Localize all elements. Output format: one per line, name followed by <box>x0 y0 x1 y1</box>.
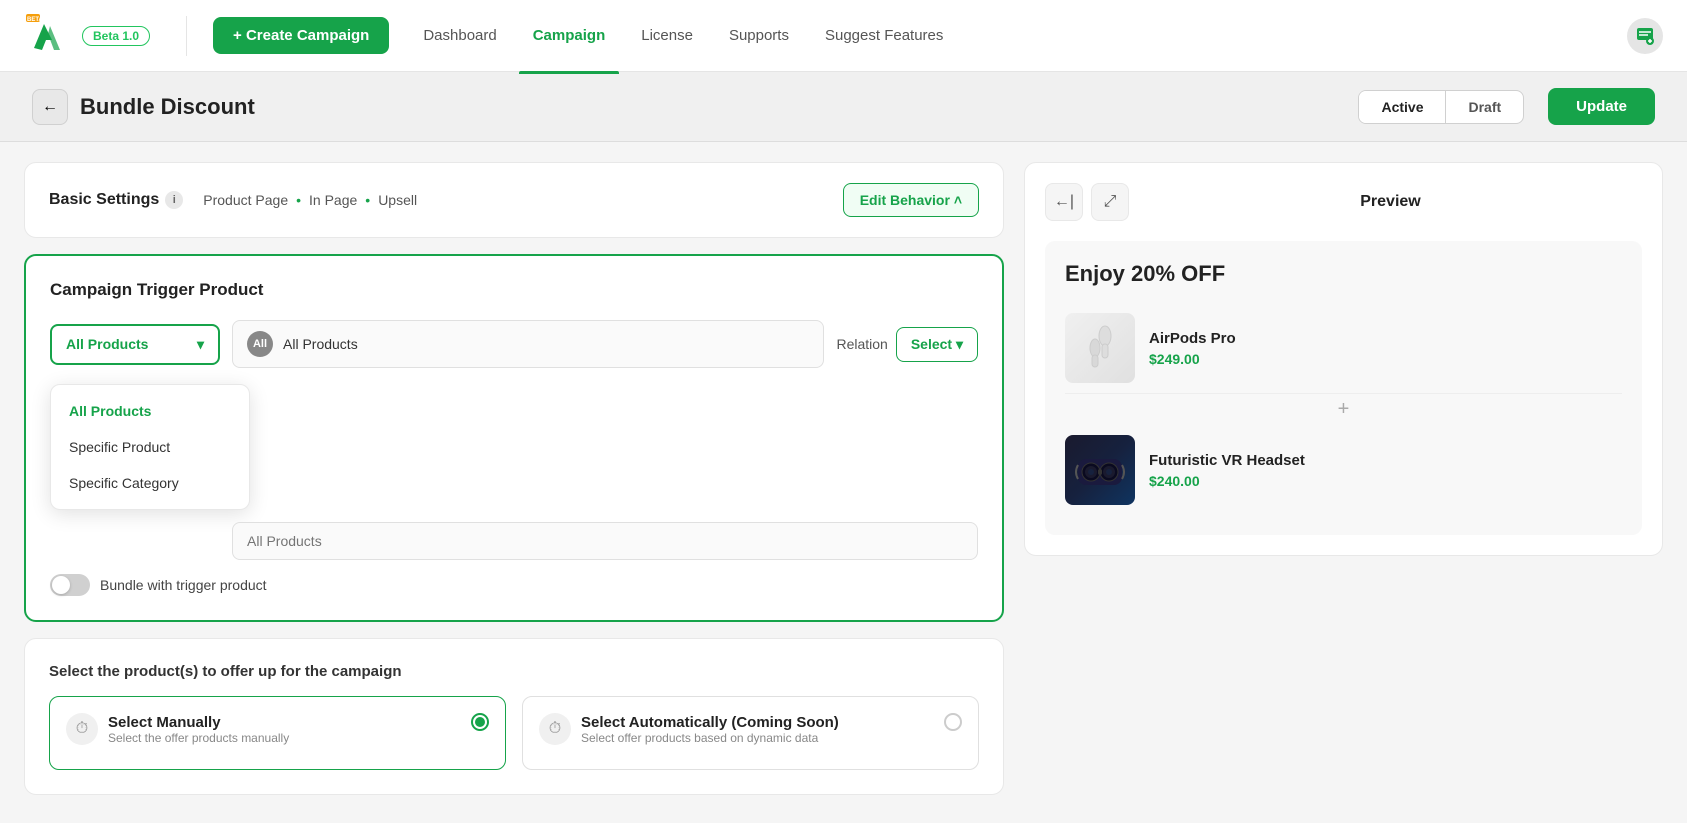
airpods-image <box>1075 318 1125 378</box>
main-content: Basic Settings i Product Page • In Page … <box>0 142 1687 815</box>
app-logo: BETA <box>24 12 72 60</box>
relation-select-button[interactable]: Select ▾ <box>896 327 978 362</box>
offer-card-auto-header: ⏱ Select Automatically (Coming Soon) Sel… <box>539 713 962 745</box>
dropdown-item-specific[interactable]: Specific Product <box>51 429 249 465</box>
beta-badge: Beta 1.0 <box>82 26 150 46</box>
all-products-input[interactable] <box>232 522 978 560</box>
collapse-left-icon: ←| <box>1054 193 1074 211</box>
dot-1: • <box>296 192 301 208</box>
vr-headset-image <box>1070 445 1130 495</box>
basic-settings-label: Basic Settings i <box>49 191 183 209</box>
offer-card-manual-info: Select Manually Select the offer product… <box>108 714 289 745</box>
offer-card-manual[interactable]: ⏱ Select Manually Select the offer produ… <box>49 696 506 770</box>
behavior-tag-product-page: Product Page <box>203 192 288 208</box>
offer-card-auto-info: Select Automatically (Coming Soon) Selec… <box>581 714 839 745</box>
trigger-card: Campaign Trigger Product All Products ▾ … <box>24 254 1004 622</box>
toggle-row: Bundle with trigger product <box>50 574 978 596</box>
expand-button[interactable]: ⤢ <box>1091 183 1129 221</box>
header-divider <box>186 16 187 56</box>
behavior-tags: Product Page • In Page • Upsell <box>203 192 822 208</box>
status-group: Active Draft <box>1358 90 1524 124</box>
product-price-airpods: $249.00 <box>1149 351 1236 367</box>
collapse-left-button[interactable]: ←| <box>1045 183 1083 221</box>
trigger-row: All Products ▾ All All Products Relation… <box>50 320 978 368</box>
all-products-text: All Products <box>283 336 358 352</box>
bundle-toggle[interactable] <box>50 574 90 596</box>
trigger-dropdown-button[interactable]: All Products ▾ <box>50 324 220 365</box>
offer-card-manual-header: ⏱ Select Manually Select the offer produ… <box>66 713 489 745</box>
all-badge: All <box>247 331 273 357</box>
discount-header: Enjoy 20% OFF <box>1065 261 1622 287</box>
create-campaign-button[interactable]: + Create Campaign <box>213 17 389 54</box>
chevron-down-icon: ▾ <box>197 336 204 353</box>
preview-header: ←| ⤢ Preview <box>1045 183 1642 221</box>
logo-area: BETA Beta 1.0 <box>24 12 150 60</box>
radio-indicator-manual <box>471 713 489 731</box>
trigger-second-row <box>232 522 978 560</box>
product-item-airpods: AirPods Pro $249.00 <box>1065 303 1622 394</box>
dropdown-item-all[interactable]: All Products <box>51 393 249 429</box>
behavior-tag-upsell: Upsell <box>378 192 417 208</box>
offer-card-manual-subtitle: Select the offer products manually <box>108 731 289 745</box>
toggle-knob <box>52 576 70 594</box>
preview-nav-buttons: ←| ⤢ <box>1045 183 1129 221</box>
nav-item-license[interactable]: License <box>627 19 707 52</box>
right-panel: ←| ⤢ Preview Enjoy 20% OFF <box>1024 162 1663 795</box>
plus-connector: + <box>1065 398 1622 421</box>
product-item-vr: Futuristic VR Headset $240.00 <box>1065 425 1622 515</box>
preview-title: Preview <box>1139 193 1642 211</box>
svg-text:BETA: BETA <box>27 17 44 23</box>
back-icon: ← <box>42 98 58 116</box>
behavior-tag-in-page: In Page <box>309 192 357 208</box>
nav-item-supports[interactable]: Supports <box>715 19 803 52</box>
update-button[interactable]: Update <box>1548 88 1655 125</box>
product-name-vr: Futuristic VR Headset <box>1149 452 1305 469</box>
product-info-vr: Futuristic VR Headset $240.00 <box>1149 452 1305 489</box>
offer-card-auto-icon: ⏱ <box>539 713 571 745</box>
product-name-airpods: AirPods Pro <box>1149 330 1236 347</box>
toggle-label: Bundle with trigger product <box>100 577 267 593</box>
nav-item-dashboard[interactable]: Dashboard <box>409 19 510 52</box>
trigger-dropdown-value: All Products <box>66 336 148 352</box>
page-header: ← Bundle Discount Active Draft Update <box>0 72 1687 142</box>
user-icon[interactable] <box>1627 18 1663 54</box>
dropdown-menu: All Products Specific Product Specific C… <box>50 384 250 510</box>
product-image-vr <box>1065 435 1135 505</box>
dropdown-item-category[interactable]: Specific Category <box>51 465 249 501</box>
all-products-display: All All Products <box>232 320 824 368</box>
app-header: BETA Beta 1.0 + Create Campaign Dashboar… <box>0 0 1687 72</box>
offer-card-auto[interactable]: ⏱ Select Automatically (Coming Soon) Sel… <box>522 696 979 770</box>
offer-title: Select the product(s) to offer up for th… <box>49 663 979 680</box>
offer-card-auto-subtitle: Select offer products based on dynamic d… <box>581 731 839 745</box>
relation-label: Relation <box>836 336 887 352</box>
product-price-vr: $240.00 <box>1149 473 1305 489</box>
offer-card-auto-title: Select Automatically (Coming Soon) <box>581 714 839 731</box>
left-panel: Basic Settings i Product Page • In Page … <box>24 162 1004 795</box>
relation-group: Relation Select ▾ <box>836 327 978 362</box>
preview-panel: ←| ⤢ Preview Enjoy 20% OFF <box>1024 162 1663 556</box>
offer-card-manual-icon: ⏱ <box>66 713 98 745</box>
dot-2: • <box>365 192 370 208</box>
edit-behavior-button[interactable]: Edit Behavior ˄ <box>843 183 979 217</box>
nav-item-suggest[interactable]: Suggest Features <box>811 19 957 52</box>
offer-options: ⏱ Select Manually Select the offer produ… <box>49 696 979 770</box>
status-active-button[interactable]: Active <box>1359 91 1446 123</box>
product-image-airpods <box>1065 313 1135 383</box>
radio-dot-manual <box>475 717 485 727</box>
nav-item-campaign[interactable]: Campaign <box>519 19 620 52</box>
trigger-title: Campaign Trigger Product <box>50 280 978 300</box>
expand-icon: ⤢ <box>1104 193 1117 211</box>
offer-card-manual-title: Select Manually <box>108 714 289 731</box>
radio-empty-auto <box>944 713 962 731</box>
back-button[interactable]: ← <box>32 89 68 125</box>
status-draft-button[interactable]: Draft <box>1446 91 1523 123</box>
info-icon[interactable]: i <box>165 191 183 209</box>
offer-section: Select the product(s) to offer up for th… <box>24 638 1004 795</box>
page-title: Bundle Discount <box>80 94 1346 120</box>
main-nav: Dashboard Campaign License Supports Sugg… <box>409 19 1607 52</box>
header-right <box>1627 18 1663 54</box>
basic-settings-card: Basic Settings i Product Page • In Page … <box>24 162 1004 238</box>
product-info-airpods: AirPods Pro $249.00 <box>1149 330 1236 367</box>
preview-discount-card: Enjoy 20% OFF AirPods Pro <box>1045 241 1642 535</box>
